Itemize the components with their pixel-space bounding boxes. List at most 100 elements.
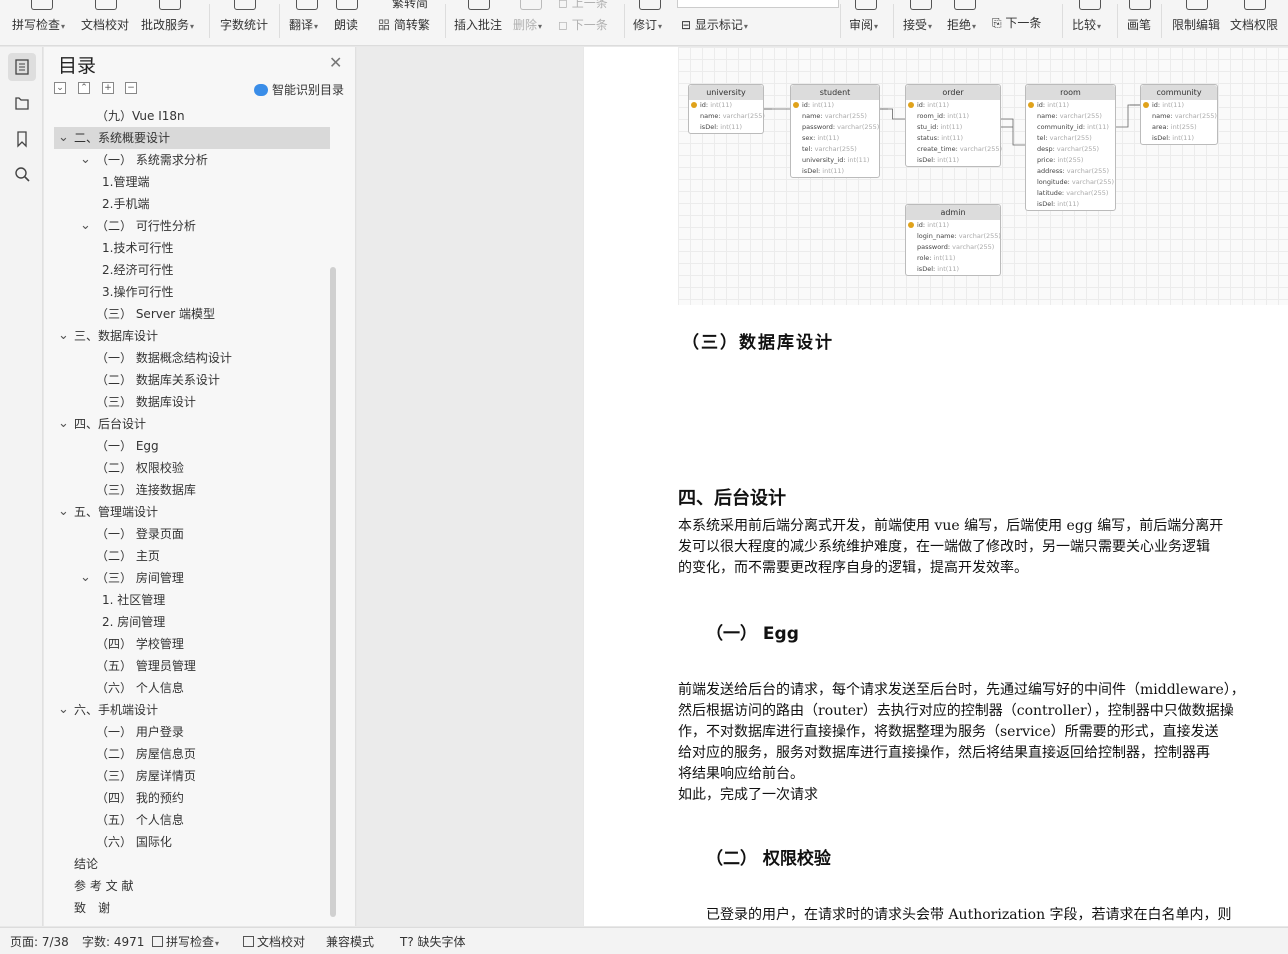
toc-item[interactable]: （三） 数据库设计 [54, 391, 330, 413]
toc-item[interactable]: （一） 数据概念结构设计 [54, 347, 330, 369]
chevron-down-icon[interactable]: ⌄ [58, 127, 69, 149]
toc-item[interactable]: （三） 房屋详情页 [54, 765, 330, 787]
chevron-down-icon[interactable]: ⌄ [58, 699, 69, 721]
toc-item[interactable]: （一） Egg [54, 435, 330, 457]
smart-toc-button[interactable]: 智能识别目录 [254, 81, 344, 98]
show-markup-button[interactable]: ⊟ 显示标记▾ [681, 0, 771, 40]
toc-item[interactable]: 2. 房间管理 [54, 611, 330, 633]
delete-comment-button[interactable]: 删除▾ [513, 0, 549, 40]
ribbon-separator [1161, 4, 1162, 38]
word-count-button[interactable]: 字数统计 [220, 0, 270, 40]
er-field: longitude: varchar(255) [1037, 178, 1115, 186]
toc-item[interactable]: （六） 国际化 [54, 831, 330, 853]
doc-proof-button[interactable]: 文档校对 [81, 0, 131, 40]
translate-button[interactable]: 翻译▾ [289, 0, 325, 40]
chevron-down-icon[interactable]: ⌄ [58, 413, 69, 435]
add-heading-icon[interactable]: + [102, 82, 114, 94]
toc-item[interactable]: （一） 登录页面 [54, 523, 330, 545]
status-doc-proof[interactable]: 文档校对 [243, 933, 305, 950]
chevron-down-icon[interactable]: ⌄ [80, 567, 91, 589]
reject-button[interactable]: 拒绝▾ [947, 0, 983, 40]
next-change-button[interactable]: ⎘ 下一条 [992, 0, 1052, 40]
prev-next-comment-group[interactable]: ◻ 上一条 ◻ 下一条 [556, 0, 616, 40]
review-icon [855, 0, 877, 10]
batch-service-button[interactable]: 批改服务▾ [141, 0, 199, 40]
chevron-down-icon[interactable]: ⌄ [80, 215, 91, 237]
status-bar: 页面: 7/38 字数: 4971 拼写检查▾ 文档校对 兼容模式 T? 缺失字… [0, 927, 1288, 954]
toc-item[interactable]: ⌄ 三、数据库设计 [54, 325, 330, 347]
review-button[interactable]: 审阅▾ [849, 0, 883, 40]
toc-item[interactable]: （九）Vue I18n [54, 105, 330, 127]
toc-item[interactable]: （三） Server 端模型 [54, 303, 330, 325]
toc-item[interactable]: （一） 用户登录 [54, 721, 330, 743]
er-field: area: int(255) [1152, 123, 1197, 131]
close-icon[interactable]: ✕ [329, 53, 342, 72]
status-spell-check[interactable]: 拼写检查▾ [152, 933, 219, 950]
toc-item[interactable]: 3.操作可行性 [54, 281, 330, 303]
missing-font-button[interactable]: T? 缺失字体 [400, 933, 466, 950]
toc-item[interactable]: 1.管理端 [54, 171, 330, 193]
toc-item[interactable]: ⌄ （二） 可行性分析 [54, 215, 330, 237]
compare-button[interactable]: 比较▾ [1072, 0, 1108, 40]
toc-item[interactable]: ⌄ （一） 系统需求分析 [54, 149, 330, 171]
toc-item[interactable]: ⌄ 四、后台设计 [54, 413, 330, 435]
er-relationship-line [1116, 104, 1140, 128]
toc-item[interactable]: （四） 我的预约 [54, 787, 330, 809]
toc-item[interactable]: 参 考 文 献 [54, 875, 330, 897]
revise-button[interactable]: 修订▾ [633, 0, 667, 40]
remove-heading-icon[interactable]: − [125, 82, 137, 94]
collapse-all-icon[interactable]: ⌄ [54, 82, 66, 94]
toc-item[interactable]: 2.手机端 [54, 193, 330, 215]
expand-up-icon[interactable]: ⌃ [78, 82, 90, 94]
toc-item[interactable]: 结论 [54, 853, 330, 875]
toc-item[interactable]: ⌄ 六、手机端设计 [54, 699, 330, 721]
find-button[interactable] [8, 160, 36, 188]
er-table-admin: admin id: int(11) login_name: varchar(255)… [905, 204, 1001, 276]
toc-item[interactable]: （五） 管理员管理 [54, 655, 330, 677]
document-page[interactable]: university id: int(11) name: varchar(255) i… [584, 47, 1288, 926]
paragraph-backend: 本系统采用前后端分离式开发，前端使用 vue 编写，后端使用 egg 编写，前后… [678, 518, 1224, 576]
toc-item[interactable]: 1.技术可行性 [54, 237, 330, 259]
toc-panel-button[interactable] [8, 53, 36, 81]
toc-item[interactable]: （五） 个人信息 [54, 809, 330, 831]
read-aloud-button[interactable]: 朗读 [334, 0, 360, 40]
bookmark-button[interactable] [8, 125, 36, 153]
chevron-down-icon[interactable]: ⌄ [58, 501, 69, 523]
insert-comment-button[interactable]: 插入批注 [454, 0, 504, 40]
navigation-pane-button[interactable] [8, 89, 36, 117]
toc-item[interactable]: （三） 连接数据库 [54, 479, 330, 501]
chevron-down-icon[interactable]: ⌄ [58, 325, 69, 347]
toc-item[interactable]: （二） 权限校验 [54, 457, 330, 479]
toc-item[interactable]: 2.经济可行性 [54, 259, 330, 281]
accept-button[interactable]: 接受▾ [903, 0, 939, 40]
doc-permission-button[interactable]: 文档权限 [1230, 0, 1280, 40]
toc-item-label: （三） Server 端模型 [96, 307, 215, 321]
simp-trad-group[interactable]: 繁转简 㗊 简转繁 [378, 0, 438, 40]
ink-button[interactable]: 画笔 [1127, 0, 1153, 40]
toc-item[interactable]: ⌄ 五、管理端设计 [54, 501, 330, 523]
word-count-indicator[interactable]: 字数: 4971 [82, 933, 144, 950]
er-field: price: int(255) [1037, 156, 1084, 164]
restrict-edit-button[interactable]: 限制编辑 [1172, 0, 1222, 40]
document-margin-area [357, 47, 583, 926]
toc-item-label: （二） 房屋信息页 [96, 747, 196, 761]
toc-item[interactable]: ⌄ （三） 房间管理 [54, 567, 330, 589]
toc-item[interactable]: （二） 主页 [54, 545, 330, 567]
er-field: latitude: varchar(255) [1037, 189, 1109, 197]
toc-item[interactable]: （二） 房屋信息页 [54, 743, 330, 765]
ribbon-separator [624, 4, 625, 38]
toc-item[interactable]: 致 谢 [54, 897, 330, 919]
toc-item[interactable]: （六） 个人信息 [54, 677, 330, 699]
er-field: isDel: int(11) [700, 123, 743, 131]
spell-check-button[interactable]: 拼写检查▾ [12, 0, 72, 40]
toc-item[interactable]: （四） 学校管理 [54, 633, 330, 655]
doc-proof-icon [243, 936, 254, 947]
accept-icon [910, 0, 932, 10]
toc-item[interactable]: （二） 数据库关系设计 [54, 369, 330, 391]
chevron-down-icon[interactable]: ⌄ [80, 149, 91, 171]
toc-scrollbar[interactable] [330, 267, 336, 917]
toc-item[interactable]: ⌄ 二、系统概要设计 [54, 127, 330, 149]
er-field: create_time: varchar(255) [917, 145, 1003, 153]
page-indicator[interactable]: 页面: 7/38 [10, 933, 69, 950]
toc-item[interactable]: 1. 社区管理 [54, 589, 330, 611]
